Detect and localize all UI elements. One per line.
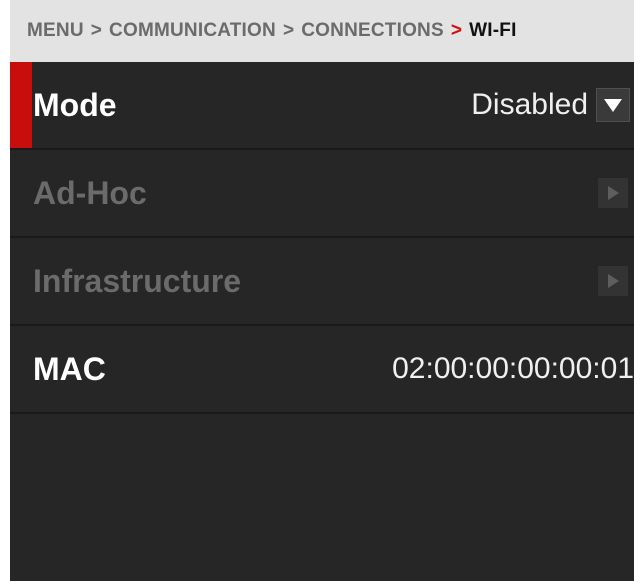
adhoc-row[interactable]: Ad-Hoc — [10, 150, 634, 238]
mac-label: MAC — [33, 350, 106, 387]
breadcrumb-connections[interactable]: CONNECTIONS — [301, 20, 444, 42]
breadcrumb-wifi: WI-FI — [469, 20, 517, 41]
selection-indicator — [10, 62, 32, 148]
infrastructure-label: Infrastructure — [33, 262, 242, 299]
breadcrumb-separator: > — [282, 20, 295, 41]
settings-panel: Mode Disabled Ad-Hoc Infrastructure MAC … — [10, 62, 634, 581]
chevron-right-icon — [608, 186, 619, 200]
wifi-settings-screen: MENU > COMMUNICATION > CONNECTIONS > WI-… — [0, 0, 634, 581]
breadcrumb: MENU > COMMUNICATION > CONNECTIONS > WI-… — [10, 0, 634, 62]
mode-row[interactable]: Mode Disabled — [10, 62, 634, 150]
chevron-down-icon — [604, 99, 622, 112]
infrastructure-row[interactable]: Infrastructure — [10, 238, 634, 326]
mode-dropdown-button[interactable] — [596, 88, 630, 122]
infrastructure-open-button[interactable] — [598, 266, 628, 296]
mac-row: MAC 02:00:00:00:00:01 — [10, 326, 634, 414]
breadcrumb-separator: > — [90, 20, 103, 41]
breadcrumb-separator-active: > — [450, 20, 463, 41]
breadcrumb-communication[interactable]: COMMUNICATION — [109, 20, 276, 42]
mode-label: Mode — [33, 86, 117, 123]
mac-address-value: 02:00:00:00:00:01 — [392, 352, 634, 385]
chevron-right-icon — [608, 274, 619, 288]
adhoc-label: Ad-Hoc — [33, 174, 147, 211]
mode-value[interactable]: Disabled — [471, 88, 588, 122]
adhoc-open-button[interactable] — [598, 178, 628, 208]
breadcrumb-menu[interactable]: MENU — [27, 20, 84, 42]
